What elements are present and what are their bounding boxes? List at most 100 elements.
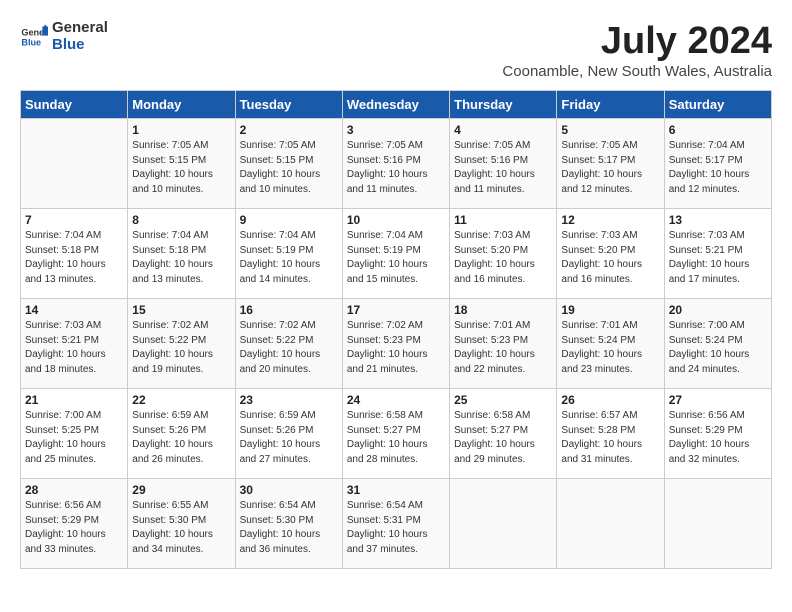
day-info: Sunrise: 6:54 AM Sunset: 5:30 PM Dayligh… — [240, 499, 338, 557]
day-info: Sunrise: 7:02 AM Sunset: 5:22 PM Dayligh… — [240, 319, 338, 377]
day-info: Sunrise: 7:02 AM Sunset: 5:22 PM Dayligh… — [132, 319, 230, 377]
day-info: Sunrise: 6:55 AM Sunset: 5:30 PM Dayligh… — [132, 499, 230, 557]
day-info: Sunrise: 7:04 AM Sunset: 5:17 PM Dayligh… — [669, 139, 767, 197]
calendar-week-row: 1 Sunrise: 7:05 AM Sunset: 5:15 PM Daylig… — [21, 119, 772, 209]
calendar-cell: 28 Sunrise: 6:56 AM Sunset: 5:29 PM Dayli… — [21, 479, 128, 569]
calendar-cell: 29 Sunrise: 6:55 AM Sunset: 5:30 PM Dayli… — [128, 479, 235, 569]
day-number: 30 — [240, 483, 338, 497]
day-info: Sunrise: 6:57 AM Sunset: 5:28 PM Dayligh… — [561, 409, 659, 467]
day-number: 17 — [347, 303, 445, 317]
day-info: Sunrise: 7:03 AM Sunset: 5:21 PM Dayligh… — [25, 319, 123, 377]
day-info: Sunrise: 6:59 AM Sunset: 5:26 PM Dayligh… — [132, 409, 230, 467]
logo-icon: General Blue — [20, 23, 48, 51]
day-number: 5 — [561, 123, 659, 137]
day-number: 28 — [25, 483, 123, 497]
calendar-cell: 4 Sunrise: 7:05 AM Sunset: 5:16 PM Daylig… — [450, 119, 557, 209]
day-info: Sunrise: 7:04 AM Sunset: 5:19 PM Dayligh… — [240, 229, 338, 287]
weekday-header-cell: Friday — [557, 91, 664, 119]
calendar-cell: 31 Sunrise: 6:54 AM Sunset: 5:31 PM Dayli… — [342, 479, 449, 569]
calendar-cell: 11Sunrise: 7:03 AM Sunset: 5:20 PM Dayli… — [450, 209, 557, 299]
calendar-cell: 10Sunrise: 7:04 AM Sunset: 5:19 PM Dayli… — [342, 209, 449, 299]
calendar-cell: 30 Sunrise: 6:54 AM Sunset: 5:30 PM Dayli… — [235, 479, 342, 569]
day-number: 23 — [240, 393, 338, 407]
calendar-cell: 25 Sunrise: 6:58 AM Sunset: 5:27 PM Dayli… — [450, 389, 557, 479]
day-info: Sunrise: 6:59 AM Sunset: 5:26 PM Dayligh… — [240, 409, 338, 467]
day-info: Sunrise: 7:03 AM Sunset: 5:21 PM Dayligh… — [669, 229, 767, 287]
calendar-cell: 23 Sunrise: 6:59 AM Sunset: 5:26 PM Dayli… — [235, 389, 342, 479]
calendar-cell: 12 Sunrise: 7:03 AM Sunset: 5:20 PM Dayli… — [557, 209, 664, 299]
day-info: Sunrise: 7:02 AM Sunset: 5:23 PM Dayligh… — [347, 319, 445, 377]
calendar-cell: 18Sunrise: 7:01 AM Sunset: 5:23 PM Dayli… — [450, 299, 557, 389]
calendar-cell: 2 Sunrise: 7:05 AM Sunset: 5:15 PM Daylig… — [235, 119, 342, 209]
calendar-cell: 14 Sunrise: 7:03 AM Sunset: 5:21 PM Dayli… — [21, 299, 128, 389]
day-number: 6 — [669, 123, 767, 137]
calendar-cell: 16 Sunrise: 7:02 AM Sunset: 5:22 PM Dayli… — [235, 299, 342, 389]
calendar-cell: 21Sunrise: 7:00 AM Sunset: 5:25 PM Dayli… — [21, 389, 128, 479]
calendar-body: 1 Sunrise: 7:05 AM Sunset: 5:15 PM Daylig… — [21, 119, 772, 569]
day-info: Sunrise: 6:56 AM Sunset: 5:29 PM Dayligh… — [669, 409, 767, 467]
day-number: 12 — [561, 213, 659, 227]
weekday-header-cell: Sunday — [21, 91, 128, 119]
calendar-cell: 20 Sunrise: 7:00 AM Sunset: 5:24 PM Dayli… — [664, 299, 771, 389]
logo-blue: Blue — [52, 37, 108, 54]
logo: General Blue General Blue — [20, 20, 108, 53]
day-info: Sunrise: 7:05 AM Sunset: 5:15 PM Dayligh… — [132, 139, 230, 197]
day-info: Sunrise: 7:05 AM Sunset: 5:16 PM Dayligh… — [454, 139, 552, 197]
day-number: 25 — [454, 393, 552, 407]
day-info: Sunrise: 6:58 AM Sunset: 5:27 PM Dayligh… — [347, 409, 445, 467]
page-header: General Blue General Blue July 2024 Coon… — [20, 20, 772, 80]
day-info: Sunrise: 6:58 AM Sunset: 5:27 PM Dayligh… — [454, 409, 552, 467]
day-number: 16 — [240, 303, 338, 317]
weekday-header-cell: Wednesday — [342, 91, 449, 119]
day-number: 29 — [132, 483, 230, 497]
day-number: 8 — [132, 213, 230, 227]
day-number: 26 — [561, 393, 659, 407]
day-number: 19 — [561, 303, 659, 317]
title-section: July 2024 Coonamble, New South Wales, Au… — [502, 20, 772, 80]
day-info: Sunrise: 6:56 AM Sunset: 5:29 PM Dayligh… — [25, 499, 123, 557]
calendar-week-row: 21Sunrise: 7:00 AM Sunset: 5:25 PM Dayli… — [21, 389, 772, 479]
day-number: 22 — [132, 393, 230, 407]
calendar-cell — [557, 479, 664, 569]
day-number: 1 — [132, 123, 230, 137]
day-info: Sunrise: 7:04 AM Sunset: 5:18 PM Dayligh… — [132, 229, 230, 287]
day-number: 13 — [669, 213, 767, 227]
weekday-header-cell: Saturday — [664, 91, 771, 119]
weekday-header-cell: Monday — [128, 91, 235, 119]
day-info: Sunrise: 7:01 AM Sunset: 5:23 PM Dayligh… — [454, 319, 552, 377]
logo-text-wrapper: General Blue — [52, 20, 108, 53]
day-number: 31 — [347, 483, 445, 497]
calendar-cell: 9 Sunrise: 7:04 AM Sunset: 5:19 PM Daylig… — [235, 209, 342, 299]
day-number: 3 — [347, 123, 445, 137]
day-number: 11 — [454, 213, 552, 227]
day-number: 4 — [454, 123, 552, 137]
day-number: 2 — [240, 123, 338, 137]
day-info: Sunrise: 7:04 AM Sunset: 5:18 PM Dayligh… — [25, 229, 123, 287]
calendar-cell: 1 Sunrise: 7:05 AM Sunset: 5:15 PM Daylig… — [128, 119, 235, 209]
calendar-cell: 27Sunrise: 6:56 AM Sunset: 5:29 PM Dayli… — [664, 389, 771, 479]
calendar-cell: 8 Sunrise: 7:04 AM Sunset: 5:18 PM Daylig… — [128, 209, 235, 299]
day-info: Sunrise: 7:00 AM Sunset: 5:25 PM Dayligh… — [25, 409, 123, 467]
day-info: Sunrise: 6:54 AM Sunset: 5:31 PM Dayligh… — [347, 499, 445, 557]
page-subtitle: Coonamble, New South Wales, Australia — [502, 63, 772, 80]
calendar-cell: 6 Sunrise: 7:04 AM Sunset: 5:17 PM Daylig… — [664, 119, 771, 209]
day-info: Sunrise: 7:03 AM Sunset: 5:20 PM Dayligh… — [561, 229, 659, 287]
calendar-cell: 26 Sunrise: 6:57 AM Sunset: 5:28 PM Dayli… — [557, 389, 664, 479]
day-number: 9 — [240, 213, 338, 227]
calendar-week-row: 14 Sunrise: 7:03 AM Sunset: 5:21 PM Dayli… — [21, 299, 772, 389]
calendar-cell: 24Sunrise: 6:58 AM Sunset: 5:27 PM Dayli… — [342, 389, 449, 479]
calendar-cell: 22 Sunrise: 6:59 AM Sunset: 5:26 PM Dayli… — [128, 389, 235, 479]
day-number: 20 — [669, 303, 767, 317]
day-info: Sunrise: 7:05 AM Sunset: 5:15 PM Dayligh… — [240, 139, 338, 197]
calendar-cell — [21, 119, 128, 209]
weekday-header-cell: Thursday — [450, 91, 557, 119]
svg-text:Blue: Blue — [21, 37, 41, 47]
day-info: Sunrise: 7:04 AM Sunset: 5:19 PM Dayligh… — [347, 229, 445, 287]
calendar-cell — [664, 479, 771, 569]
calendar-cell: 7Sunrise: 7:04 AM Sunset: 5:18 PM Daylig… — [21, 209, 128, 299]
day-info: Sunrise: 7:00 AM Sunset: 5:24 PM Dayligh… — [669, 319, 767, 377]
day-number: 14 — [25, 303, 123, 317]
calendar-cell: 15Sunrise: 7:02 AM Sunset: 5:22 PM Dayli… — [128, 299, 235, 389]
day-info: Sunrise: 7:01 AM Sunset: 5:24 PM Dayligh… — [561, 319, 659, 377]
calendar-cell: 17 Sunrise: 7:02 AM Sunset: 5:23 PM Dayli… — [342, 299, 449, 389]
